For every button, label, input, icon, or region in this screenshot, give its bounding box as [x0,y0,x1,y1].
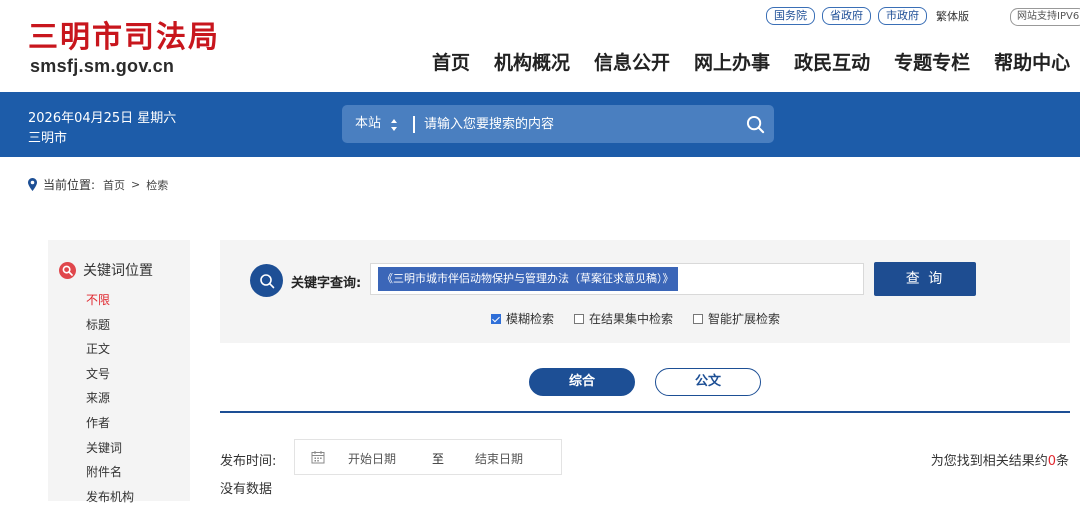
main-nav: 首页 机构概况 信息公开 网上办事 政民互动 专题专栏 帮助中心 [432,48,1080,75]
option-within-results[interactable]: 在结果集中检索 [574,310,673,327]
nav-online-services[interactable]: 网上办事 [694,48,770,75]
link-city-gov[interactable]: 市政府 [878,7,927,25]
position-attachment[interactable]: 附件名 [86,464,134,489]
ipv6-badge: 网站支持IPV6 [1010,8,1080,26]
sidebar-header: 关键词位置 [59,260,153,280]
site-header: 三明市司法局 smsfj.sm.gov.cn 国务院 省政府 市政府 繁体版 网… [0,0,1080,92]
keyword-query-value: 《三明市城市伴侣动物保护与管理办法（草案征求意见稿）》 [378,267,678,291]
magnifier-icon [59,261,76,279]
results-divider [220,411,1070,413]
fuzzy-label: 模糊检索 [506,312,555,326]
top-links: 国务院 省政府 市政府 繁体版 [766,7,969,25]
date-range-to: 至 [432,452,445,466]
site-domain: smsfj.sm.gov.cn [30,56,175,76]
sidebar-title: 关键词位置 [83,263,153,279]
option-smart-expand[interactable]: 智能扩展检索 [693,310,780,327]
breadcrumb-current: 检索 [146,178,169,192]
result-count: 为您找到相关结果约0条 [931,450,1069,469]
no-data-message: 没有数据 [220,482,273,497]
current-date: 2026年04月25日 星期六 [28,111,177,126]
position-doc-number[interactable]: 文号 [86,366,134,391]
position-any[interactable]: 不限 [86,292,134,317]
query-button[interactable]: 查 询 [874,262,976,296]
site-search-box: 本站 [342,105,774,143]
nav-special-topics[interactable]: 专题专栏 [894,48,970,75]
tab-comprehensive[interactable]: 综合 [529,368,635,396]
smart-expand-checkbox[interactable] [693,313,704,324]
nav-home[interactable]: 首页 [432,48,470,75]
result-count-suffix: 条 [1055,454,1069,469]
publish-time-label: 发布时间: [220,454,277,469]
fuzzy-checkbox[interactable] [491,313,501,324]
location-pin-icon [28,178,37,191]
position-body[interactable]: 正文 [86,341,134,366]
keyword-position-list: 不限 标题 正文 文号 来源 作者 关键词 附件名 发布机构 [86,292,134,513]
position-keyword[interactable]: 关键词 [86,440,134,465]
option-fuzzy[interactable]: 模糊检索 [491,310,554,327]
result-count-number: 0 [1047,454,1056,469]
current-city: 三明市 [28,131,68,146]
nav-organization[interactable]: 机构概况 [494,48,570,75]
site-logo-title[interactable]: 三明市司法局 [28,12,220,56]
keyword-position-sidebar: 关键词位置 不限 标题 正文 文号 来源 作者 关键词 附件名 发布机构 [48,240,190,504]
breadcrumb: 当前位置: 首页 > 检索 [28,176,168,193]
breadcrumb-label: 当前位置: [43,178,96,192]
keyword-query-panel: 关键字查询: 《三明市城市伴侣动物保护与管理办法（草案征求意见稿）》 查 询 模… [220,240,1070,343]
position-source[interactable]: 来源 [86,390,134,415]
position-author[interactable]: 作者 [86,415,134,440]
start-date-input[interactable]: 开始日期 [348,450,396,467]
nav-info-disclosure[interactable]: 信息公开 [594,48,670,75]
keyword-query-label: 关键字查询: [291,276,362,291]
within-results-checkbox[interactable] [574,313,585,324]
nav-interaction[interactable]: 政民互动 [794,48,870,75]
search-icon[interactable] [746,115,765,134]
within-results-label: 在结果集中检索 [589,312,674,326]
smart-expand-label: 智能扩展检索 [708,312,781,326]
search-separator [413,116,415,133]
link-state-council[interactable]: 国务院 [766,7,815,25]
nav-help[interactable]: 帮助中心 [994,48,1070,75]
search-banner: 2026年04月25日 星期六 三明市 本站 [0,92,1080,157]
end-date-input[interactable]: 结束日期 [475,450,523,467]
query-search-icon [250,264,283,297]
date-range-picker: 开始日期 至 结束日期 [294,439,562,475]
keyword-query-input[interactable]: 《三明市城市伴侣动物保护与管理办法（草案征求意见稿）》 [370,263,864,295]
search-options: 模糊检索 在结果集中检索 智能扩展检索 [491,310,800,327]
position-title[interactable]: 标题 [86,317,134,342]
tab-official-documents[interactable]: 公文 [655,368,761,396]
scope-sort-icon [391,119,397,131]
link-provincial-gov[interactable]: 省政府 [822,7,871,25]
breadcrumb-home[interactable]: 首页 [103,177,125,193]
traditional-chinese-link[interactable]: 繁体版 [936,8,969,24]
calendar-icon [311,451,325,464]
site-search-input[interactable] [424,105,724,143]
result-count-prefix: 为您找到相关结果约 [930,454,1048,469]
breadcrumb-separator: > [131,178,141,191]
search-scope-select[interactable]: 本站 [355,105,381,143]
